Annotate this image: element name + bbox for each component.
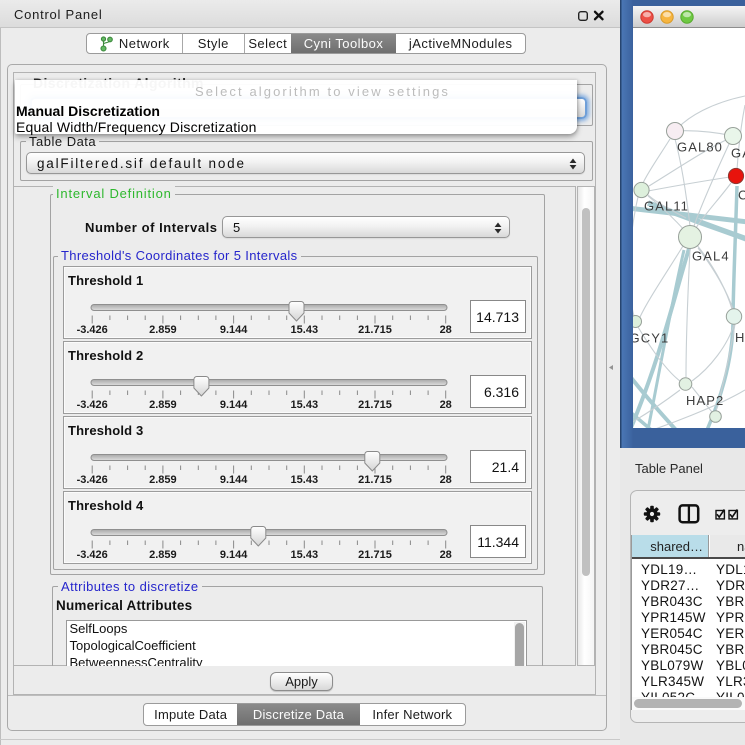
svg-text:21.715: 21.715 [358,549,392,561]
svg-text:CY: CY [738,188,745,203]
svg-text:HAP2: HAP2 [686,393,724,408]
svg-text:2.859: 2.859 [149,399,177,411]
svg-text:-3.426: -3.426 [77,399,108,411]
svg-text:9.144: 9.144 [220,474,248,486]
svg-text:28: 28 [440,399,452,411]
svg-text:GA: GA [731,146,745,161]
svg-text:GCY1: GCY1 [633,331,669,346]
svg-text:15.43: 15.43 [291,474,319,486]
svg-text:GAL80: GAL80 [677,140,723,155]
svg-text:GAL11: GAL11 [644,199,689,214]
svg-text:-3.426: -3.426 [77,474,108,486]
svg-text:9.144: 9.144 [220,399,248,411]
svg-text:21.715: 21.715 [358,324,392,336]
svg-text:28: 28 [440,549,452,561]
svg-text:2.859: 2.859 [149,474,177,486]
svg-text:9.144: 9.144 [220,324,248,336]
svg-text:28: 28 [440,474,452,486]
svg-text:-3.426: -3.426 [77,324,108,336]
svg-text:2.859: 2.859 [149,324,177,336]
svg-text:9.144: 9.144 [220,549,248,561]
svg-text:2.859: 2.859 [149,549,177,561]
svg-text:15.43: 15.43 [291,399,319,411]
svg-text:GAL4: GAL4 [692,249,730,264]
svg-text:21.715: 21.715 [358,474,392,486]
svg-text:15.43: 15.43 [291,549,319,561]
svg-text:15.43: 15.43 [291,324,319,336]
svg-text:28: 28 [440,324,452,336]
svg-text:HA: HA [735,330,745,345]
svg-text:-3.426: -3.426 [77,549,108,561]
svg-text:21.715: 21.715 [358,399,392,411]
